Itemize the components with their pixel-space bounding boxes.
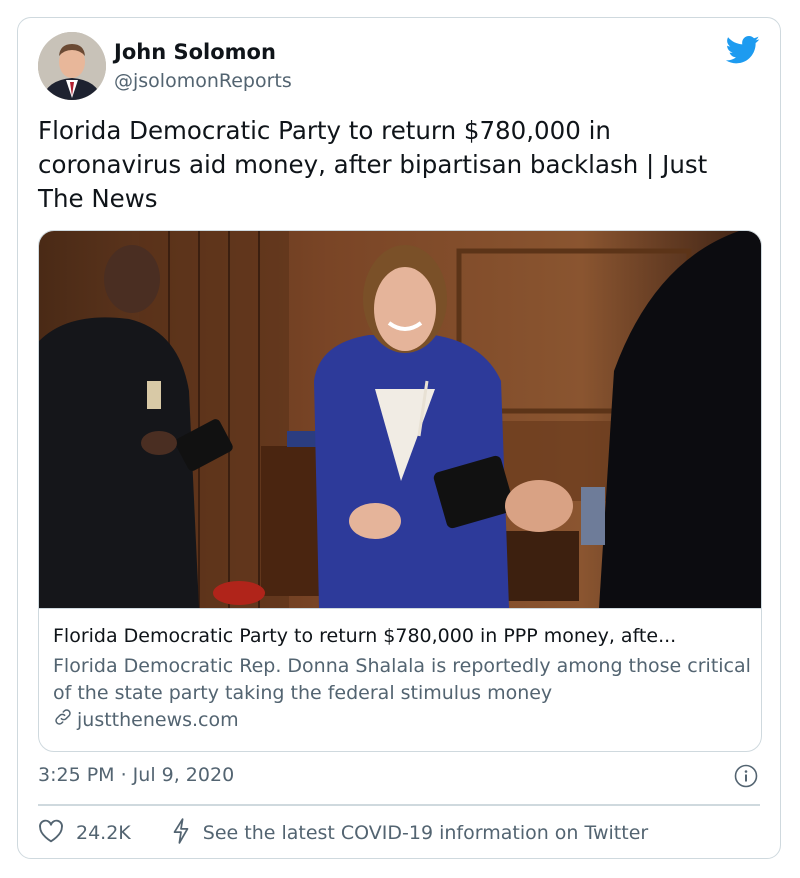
link-icon [53,707,73,732]
like-count: 24.2K [76,822,131,844]
divider [38,804,760,806]
tweet-timestamp[interactable]: 3:25 PM · Jul 9, 2020 [38,764,234,786]
covid-info-link[interactable]: See the latest COVID-19 information on T… [171,817,649,849]
link-card-body[interactable]: Florida Democratic Party to return $780,… [39,608,761,731]
avatar[interactable] [38,32,106,100]
lightning-icon [171,817,191,849]
twitter-bird-icon[interactable] [725,35,760,65]
author-handle[interactable]: @jsolomonReports [114,70,292,92]
like-button[interactable]: 24.2K [38,819,131,848]
link-domain[interactable]: justthenews.com [53,707,239,732]
info-icon[interactable] [734,764,758,788]
tweet-card: John Solomon @jsolomonReports Florida De… [17,17,781,859]
link-title[interactable]: Florida Democratic Party to return $780,… [53,625,747,647]
covid-info-text: See the latest COVID-19 information on T… [202,822,649,844]
link-domain-text: justthenews.com [77,708,239,731]
author-name[interactable]: John Solomon [114,40,276,64]
link-preview-card[interactable]: Florida Democratic Party to return $780,… [38,230,762,752]
link-description: Florida Democratic Rep. Donna Shalala is… [53,655,751,704]
tweet-actions: 24.2K See the latest COVID-19 informatio… [38,817,649,849]
heart-icon [38,819,64,848]
tweet-text: Florida Democratic Party to return $780,… [38,116,708,213]
article-photo[interactable] [39,231,761,608]
